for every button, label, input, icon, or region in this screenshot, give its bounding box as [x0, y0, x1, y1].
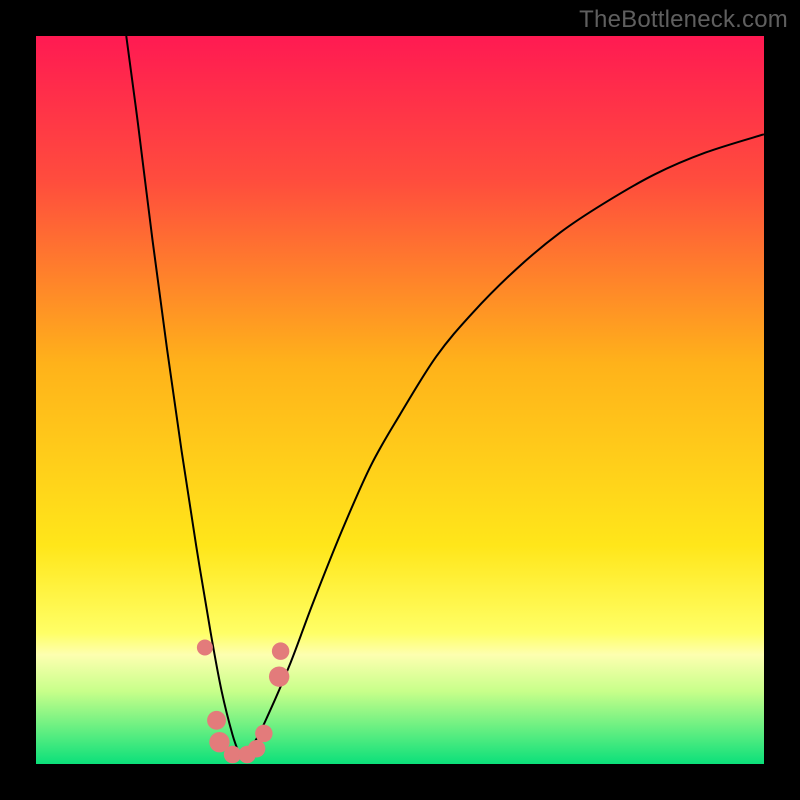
data-marker: [269, 666, 289, 686]
data-marker: [197, 640, 213, 656]
plot-area: [36, 36, 764, 764]
watermark-text: TheBottleneck.com: [579, 6, 788, 34]
curve-left-branch: [126, 36, 240, 755]
chart-svg: [36, 36, 764, 764]
data-marker: [255, 725, 272, 742]
marker-group: [197, 640, 289, 764]
data-marker: [207, 711, 226, 730]
data-marker: [248, 740, 265, 757]
curve-right-branch: [240, 134, 764, 755]
chart-frame: TheBottleneck.com: [0, 0, 800, 800]
data-marker: [272, 642, 289, 659]
